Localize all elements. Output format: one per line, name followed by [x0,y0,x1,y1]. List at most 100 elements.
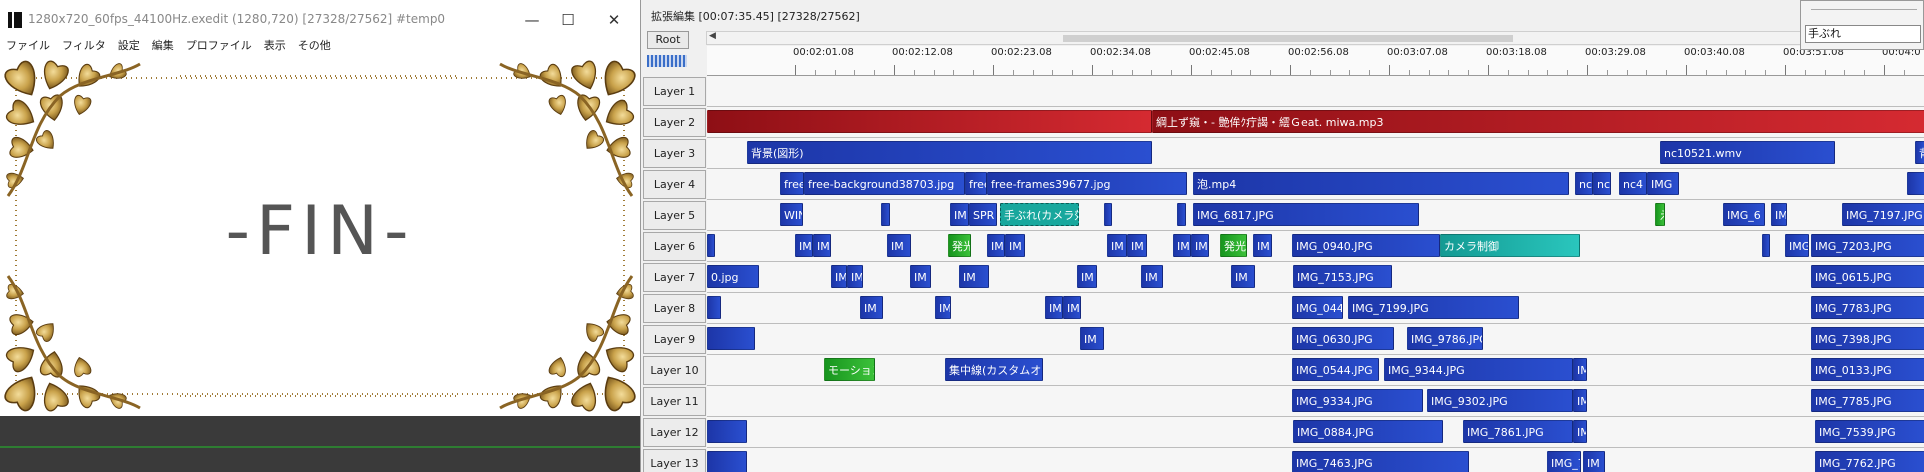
timeline-clip[interactable]: IM [813,234,831,257]
timeline-clip[interactable]: nc [1575,172,1593,195]
menu-item-1[interactable]: フィルタ [62,36,106,56]
timeline-clip[interactable]: IM [1005,234,1025,257]
menu-item-3[interactable]: 編集 [152,36,174,56]
timeline-clip[interactable]: IM [1573,358,1587,381]
timeline-clip[interactable]: IM [831,265,847,288]
layer-label[interactable]: Layer 1 [643,77,706,106]
timeline-clip[interactable]: 手ぶれ(カメラ効果 [1000,203,1079,226]
layer-label[interactable]: Layer 9 [643,325,706,354]
timeline-clip[interactable]: 発光 [1220,234,1247,257]
layer-track[interactable]: IMG_0884.JPG IMG_7861.JPGIM IMG_7539.JPG [707,417,1924,448]
layer-label[interactable]: Layer 12 [643,418,706,447]
timeline-clip[interactable]: IMG_0884.JPG [1293,420,1443,443]
timeline-clip[interactable]: nc [1593,172,1611,195]
layer-track[interactable]: freefree-background38703.jpgfreefree-fra… [707,169,1924,200]
menu-item-6[interactable]: その他 [298,36,331,56]
timeline-clip[interactable] [707,234,715,257]
timeline-clip[interactable]: IMG_7199.JPG [1348,296,1519,319]
timeline-clip[interactable]: IMG_9344.JPG [1384,358,1573,381]
timeline-clip[interactable]: 綱上ず窺・- 艶侔ｸ疔謁・繧Ｇeat. miwa.mp3 [1152,110,1924,133]
timeline-clip[interactable] [707,451,747,472]
menu-item-0[interactable]: ファイル [6,36,50,56]
timeline-clip[interactable]: IMG_7153.JPG [1293,265,1392,288]
timeline-clip[interactable]: IMG [1647,172,1679,195]
timeline-clip[interactable]: free-frames39677.jpg [987,172,1187,195]
timeline-clip[interactable]: SPR [969,203,997,226]
timeline-clip[interactable]: IMG_7463.JPG [1292,451,1469,472]
layer-label[interactable]: Layer 11 [643,387,706,416]
layer-label[interactable]: Layer 2 [643,108,706,137]
timeline-clip[interactable]: IMG_0630.JPG [1292,327,1394,350]
timeline-clip[interactable]: free [780,172,804,195]
timeline-clip[interactable]: IM [1173,234,1191,257]
layer-track[interactable]: 0.jpg IM IM IM IM IM IM IM IMG_7153.JPG IMG_0615.… [707,262,1924,293]
layer-label[interactable]: Layer 7 [643,263,706,292]
timeline-clip[interactable]: IM [1045,296,1063,319]
timeline-clip[interactable]: IMG_0615.JPG [1811,265,1924,288]
timeline-clip[interactable]: 0.jpg [707,265,759,288]
search-field[interactable]: 手ぶれ [1805,25,1921,43]
timeline-horizontal-scrollbar[interactable]: ◀ [706,31,1924,45]
timeline-clip[interactable]: IMG_78 [1547,451,1581,472]
timeline-clip[interactable]: IM [1573,420,1587,443]
timeline-clip[interactable]: え [1655,203,1665,226]
timeline-clip[interactable]: 集中線(カスタムオブ [945,358,1043,381]
layer-track[interactable]: IMIMIM発光IMIMIMIMIMIM発光IMIMG_0940.JPGカメラ制… [707,231,1924,262]
scrollbar-thumb[interactable] [1063,35,1513,42]
timeline-clip[interactable]: WIN [780,203,803,226]
timeline-clip[interactable]: IMG_9334.JPG [1292,389,1423,412]
timeline-clip[interactable] [881,203,890,226]
time-ruler[interactable]: 00:02:01.08 00:02:12.08 00:02:23.08 00:02:3… [707,46,1924,76]
timeline-clip[interactable]: IM [1573,389,1587,412]
timeline-clip[interactable]: IM [1063,296,1081,319]
timeline-clip[interactable] [707,110,1152,133]
timeline-clip[interactable]: IM [1080,327,1104,350]
layer-track[interactable]: WINIMSPR手ぶれ(カメラ効果IMG_6817.JPGえIMG_6IMIMG… [707,200,1924,231]
timeline-clip[interactable]: IM [860,296,883,319]
layer-track[interactable]: IMG_7463.JPG IMG_78IM IMG_7762.JPG [707,448,1924,472]
timeline-clip[interactable]: IMG_9302.JPG [1427,389,1573,412]
timeline-clip[interactable] [1762,234,1770,257]
timeline-clip[interactable]: IM [935,296,951,319]
layer-label[interactable]: Layer 5 [643,201,706,230]
close-button[interactable]: ✕ [594,6,634,34]
timeline-clip[interactable]: free [965,172,987,195]
timeline-clip[interactable]: IM [1107,234,1127,257]
timeline-clip[interactable]: IM [1141,265,1163,288]
layer-track[interactable]: 綱上ず窺・- 艶侔ｸ疔謁・繧Ｇeat. miwa.mp3 [707,107,1924,138]
timeline-clip[interactable]: IMG_7203.JPG [1811,234,1924,257]
timeline-clip[interactable]: IMG_7398.JPG [1811,327,1924,350]
layer-track[interactable]: 背景(図形) nc10521.wmv 背 [707,138,1924,169]
timeline-clip[interactable]: IM [795,234,813,257]
timeline-clip[interactable]: 発光 [948,234,971,257]
layer-track[interactable]: モーション集中線(カスタムオブIMG_0544.JPGIMG_9344.JPGI… [707,355,1924,386]
layer-label[interactable]: Layer 6 [643,232,706,261]
layer-label[interactable]: Layer 4 [643,170,706,199]
timeline-clip[interactable]: IM [950,203,969,226]
timeline-clip[interactable] [707,296,721,319]
timeline-clip[interactable]: IM [887,234,911,257]
menu-item-5[interactable]: 表示 [264,36,286,56]
timeline-clip[interactable]: IMG_7762.JPG [1815,451,1924,472]
timeline-clip[interactable]: IM [1127,234,1147,257]
scroll-left-arrow-icon[interactable]: ◀ [709,31,716,41]
timeline-clip[interactable]: IMG [1785,234,1809,257]
preview-canvas[interactable]: -FIN- [0,56,640,416]
timeline-clip[interactable]: IM [1191,234,1209,257]
timeline-clip[interactable]: 背景(図形) [747,141,1152,164]
root-button[interactable]: Root [647,31,689,49]
timeline-clip[interactable]: 泡.mp4 [1193,172,1569,195]
menu-item-4[interactable]: プロファイル [186,36,252,56]
timeline-clip[interactable]: 背 [1915,141,1924,164]
timeline-clip[interactable]: IMG_9786.JPG [1407,327,1483,350]
timeline-clip[interactable]: IMG_0133.JPG [1811,358,1924,381]
layer-label[interactable]: Layer 10 [643,356,706,385]
timeline-clip[interactable] [1104,203,1112,226]
timeline-clip[interactable]: IMG_7197.JPG [1842,203,1924,226]
layer-label[interactable]: Layer 13 [643,449,706,472]
layer-label[interactable]: Layer 3 [643,139,706,168]
timeline-clip[interactable]: IM [1253,234,1272,257]
timeline-clip[interactable] [1907,172,1924,195]
timeline-clip[interactable]: IM [959,265,989,288]
timeline-clip[interactable]: IMG_6817.JPG [1193,203,1419,226]
